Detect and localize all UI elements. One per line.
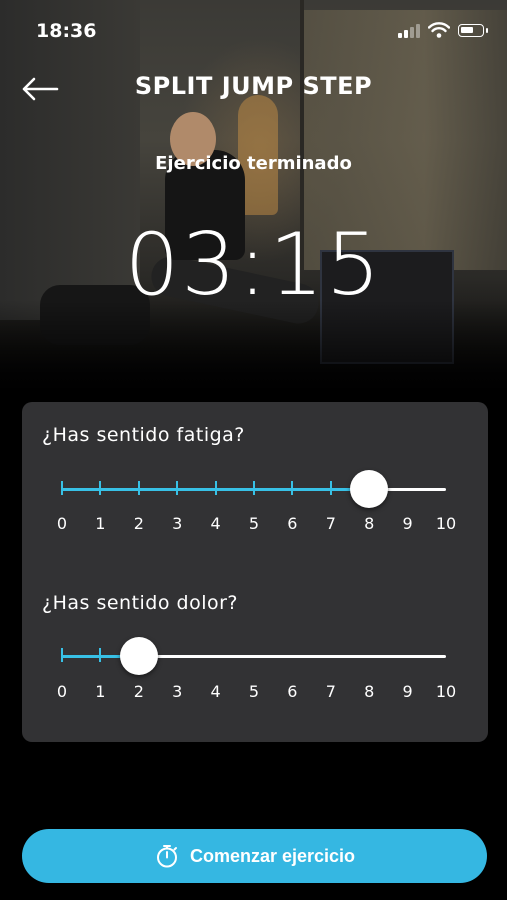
scale-label: 9	[402, 682, 413, 701]
start-exercise-button[interactable]: Comenzar ejercicio	[22, 829, 487, 883]
scale-label: 5	[248, 514, 260, 533]
fade-overlay	[0, 300, 507, 400]
status-bar: 18:36	[0, 0, 507, 60]
scale-label: 1	[95, 514, 106, 533]
slider-tick	[61, 648, 63, 662]
status-time: 18:36	[36, 20, 97, 42]
page-title: SPLIT JUMP STEP	[134, 72, 373, 100]
scale-label: 7	[325, 682, 336, 701]
slider-tick	[176, 481, 179, 495]
slider-tick	[253, 481, 255, 495]
slider-tick	[291, 481, 294, 495]
feedback-card: ¿Has sentido fatiga? 0 1 2 3 4 5 6 7 8 9 10 ¿Has s…	[22, 402, 488, 742]
pain-slider[interactable]	[61, 636, 446, 676]
scale-label: 6	[287, 514, 298, 533]
scale-label: 5	[248, 682, 260, 701]
scale-label: 1	[95, 682, 106, 701]
pain-scale-labels: 0 1 2 3 4 5 6 7 8 9 10	[57, 682, 456, 704]
scale-label: 8	[364, 682, 375, 701]
scale-label: 6	[287, 682, 298, 701]
scale-label: 3	[172, 514, 183, 533]
scale-label: 9	[402, 514, 413, 533]
scale-label: 3	[172, 682, 183, 701]
slider-tick	[214, 481, 217, 495]
fatigue-question: ¿Has sentido fatiga?	[42, 424, 245, 446]
slider-thumb[interactable]	[119, 637, 158, 675]
scale-label: 10	[435, 514, 457, 533]
start-exercise-label: Comenzar ejercicio	[189, 845, 356, 866]
scale-label: 8	[364, 514, 375, 533]
scale-label: 10	[435, 682, 457, 701]
battery-icon	[458, 24, 488, 37]
exercise-status: Ejercicio terminado	[155, 153, 352, 174]
slider-tick	[99, 481, 102, 495]
scale-label: 2	[133, 514, 144, 533]
slider-thumb[interactable]	[350, 470, 389, 508]
slider-tick	[329, 481, 332, 495]
slider-tick	[61, 481, 63, 495]
scale-label: 0	[56, 682, 68, 701]
slider-tick	[137, 481, 140, 495]
scale-label: 7	[325, 514, 336, 533]
scale-label: 2	[133, 682, 144, 701]
fatigue-scale-labels: 0 1 2 3 4 5 6 7 8 9 10	[57, 514, 456, 536]
scale-label: 4	[210, 682, 221, 701]
stopwatch-icon	[156, 845, 177, 868]
exercise-video-background	[0, 0, 507, 400]
slider-tick	[99, 648, 102, 662]
wifi-icon	[428, 22, 450, 38]
scale-label: 4	[210, 514, 221, 533]
fatigue-slider[interactable]	[61, 469, 446, 509]
pain-question: ¿Has sentido dolor?	[42, 592, 239, 614]
scale-label: 0	[56, 514, 68, 533]
cellular-signal-icon	[398, 24, 420, 38]
elapsed-timer: 03:15	[124, 215, 383, 315]
